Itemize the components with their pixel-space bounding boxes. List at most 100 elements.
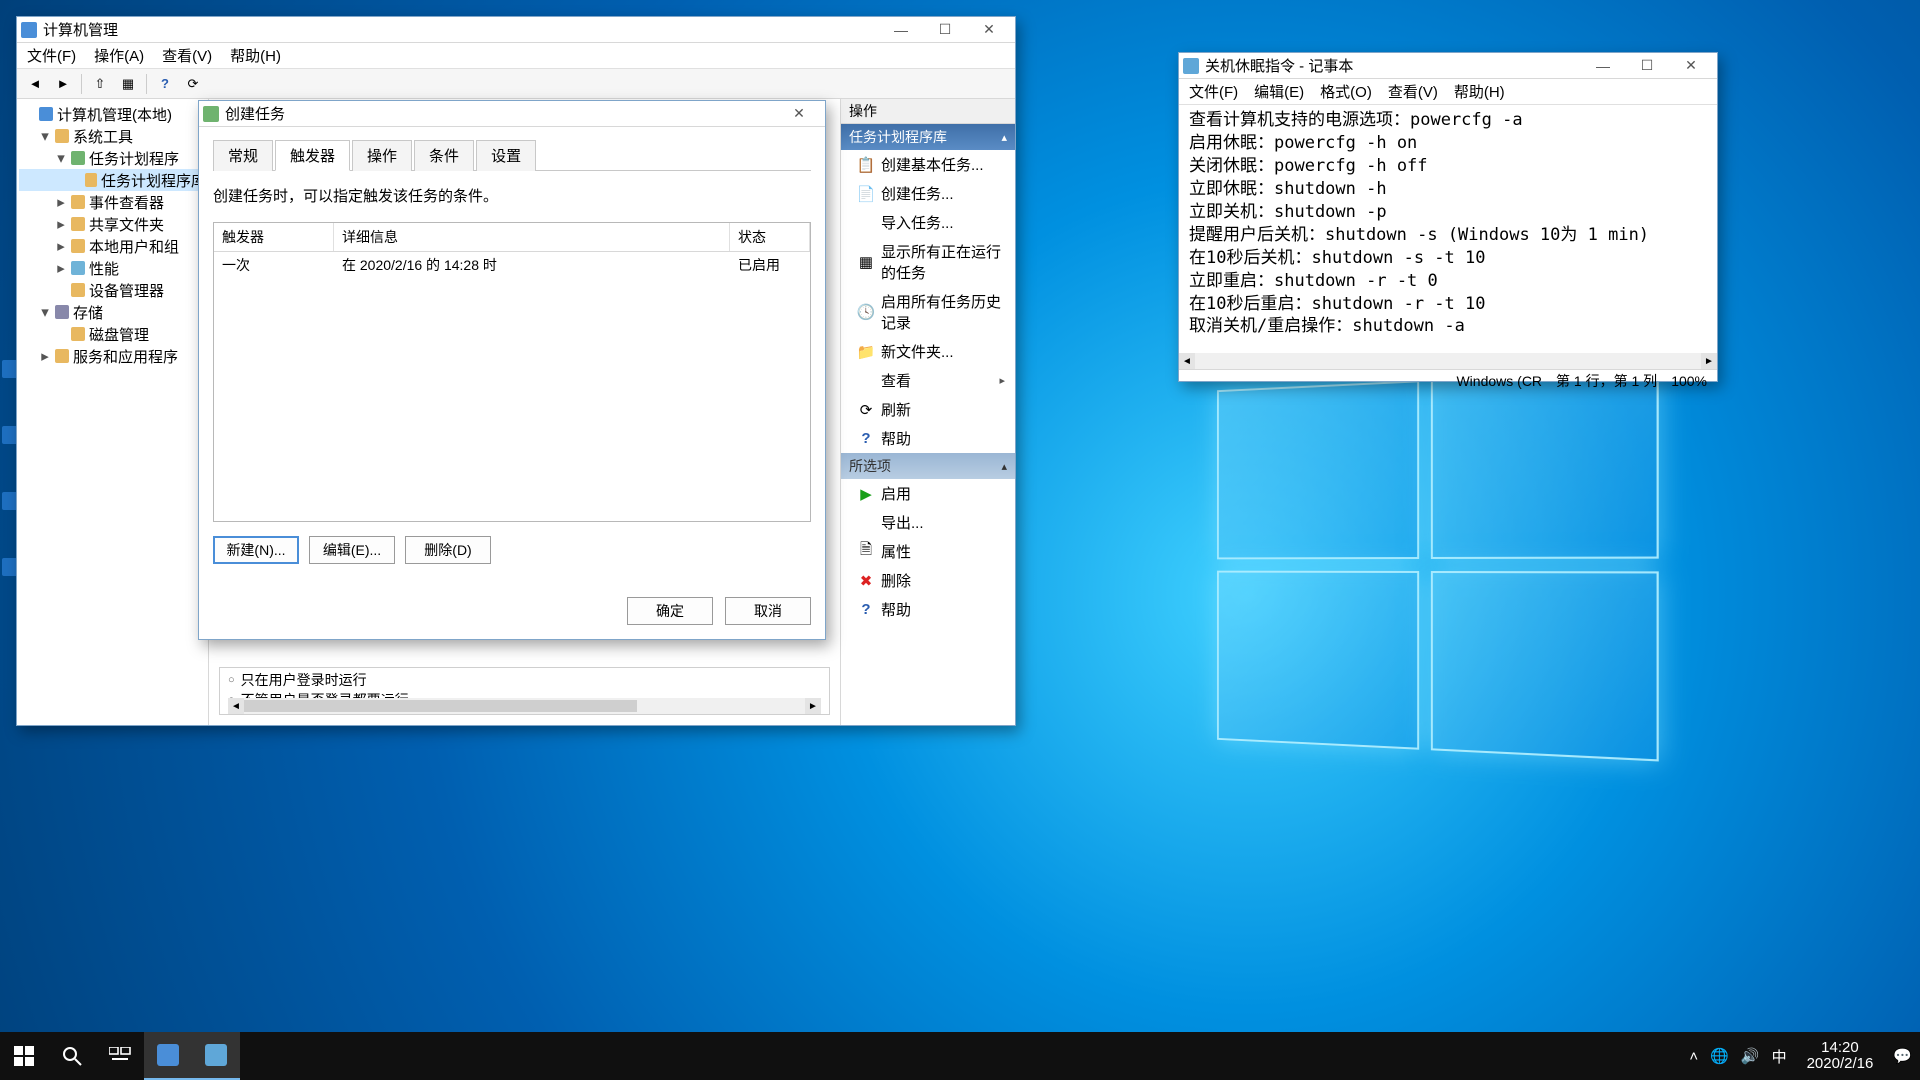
main-title: 计算机管理 (43, 19, 118, 40)
menu-file[interactable]: 文件(F) (27, 45, 76, 66)
start-button[interactable] (0, 1032, 48, 1080)
action-show-running[interactable]: ▦显示所有正在运行的任务 (841, 237, 1015, 287)
tab-general[interactable]: 常规 (213, 140, 273, 171)
action-refresh[interactable]: ⟳刷新 (841, 395, 1015, 424)
col-detail[interactable]: 详细信息 (334, 223, 730, 251)
action-properties[interactable]: 🗎属性 (841, 537, 1015, 566)
nav-tree[interactable]: 计算机管理(本地) ▾系统工具 ▾任务计划程序 任务计划程序库 ▸事件查看器 ▸… (17, 99, 209, 725)
tree-device-manager[interactable]: 设备管理器 (19, 279, 206, 301)
actions-pane: 操作 任务计划程序库▴ 📋创建基本任务... 📄创建任务... 导入任务... … (840, 99, 1015, 725)
menu-help[interactable]: 帮助(H) (230, 45, 281, 66)
tree-system-tools[interactable]: ▾系统工具 (19, 125, 206, 147)
np-line: 关闭休眠：powercfg -h off (1189, 155, 1707, 178)
tree-event-viewer[interactable]: ▸事件查看器 (19, 191, 206, 213)
np-menu-file[interactable]: 文件(F) (1189, 81, 1238, 102)
tree-root[interactable]: 计算机管理(本地) (19, 103, 206, 125)
tab-conditions[interactable]: 条件 (414, 140, 474, 171)
new-trigger-button[interactable]: 新建(N)... (213, 536, 299, 564)
forward-button[interactable]: ► (51, 72, 75, 96)
triggers-list[interactable]: 触发器 详细信息 状态 一次 在 2020/2/16 的 14:28 时 已启用 (213, 222, 811, 522)
np-menu-help[interactable]: 帮助(H) (1454, 81, 1505, 102)
col-trigger[interactable]: 触发器 (214, 223, 334, 251)
np-scroll-left-icon[interactable]: ◄ (1179, 353, 1195, 369)
edit-trigger-button[interactable]: 编辑(E)... (309, 536, 395, 564)
tree-shared-folders[interactable]: ▸共享文件夹 (19, 213, 206, 235)
app-icon (21, 22, 37, 38)
actions-group2-header[interactable]: 所选项▴ (841, 453, 1015, 479)
tree-performance[interactable]: ▸性能 (19, 257, 206, 279)
action-new-folder[interactable]: 📁新文件夹... (841, 337, 1015, 366)
delete-trigger-button[interactable]: 删除(D) (405, 536, 491, 564)
action-import-task[interactable]: 导入任务... (841, 208, 1015, 237)
tree-task-scheduler-library[interactable]: 任务计划程序库 (19, 169, 206, 191)
back-button[interactable]: ◄ (23, 72, 47, 96)
notepad-text-area[interactable]: 查看计算机支持的电源选项：powercfg -a 启用休眠：powercfg -… (1179, 105, 1717, 353)
action-create-task[interactable]: 📄创建任务... (841, 179, 1015, 208)
menu-action[interactable]: 操作(A) (94, 45, 144, 66)
action-export[interactable]: 导出... (841, 508, 1015, 537)
list-header: 触发器 详细信息 状态 (214, 223, 810, 252)
action-help-2[interactable]: ?帮助 (841, 595, 1015, 624)
np-menu-view[interactable]: 查看(V) (1388, 81, 1438, 102)
mmc-icon (157, 1044, 179, 1066)
tray-ime-icon[interactable]: 中 (1772, 1046, 1787, 1067)
taskbar-app-mmc[interactable] (144, 1032, 192, 1080)
list-row[interactable]: 一次 在 2020/2/16 的 14:28 时 已启用 (214, 252, 810, 278)
notepad-titlebar[interactable]: 关机休眠指令 - 记事本 — ☐ ✕ (1179, 53, 1717, 79)
tree-task-scheduler[interactable]: ▾任务计划程序 (19, 147, 206, 169)
tray-clock[interactable]: 14:20 2020/2/16 (1799, 1040, 1882, 1073)
task-view-button[interactable] (96, 1032, 144, 1080)
tab-settings[interactable]: 设置 (476, 140, 536, 171)
np-scroll-right-icon[interactable]: ► (1701, 353, 1717, 369)
tree-storage[interactable]: ▾存储 (19, 301, 206, 323)
taskbar-app-notepad[interactable] (192, 1032, 240, 1080)
close-button[interactable]: ✕ (967, 18, 1011, 42)
np-line: 立即休眠：shutdown -h (1189, 178, 1707, 201)
np-menu-edit[interactable]: 编辑(E) (1254, 81, 1304, 102)
notepad-menubar: 文件(F) 编辑(E) 格式(O) 查看(V) 帮助(H) (1179, 79, 1717, 105)
col-status[interactable]: 状态 (730, 223, 810, 251)
np-minimize-button[interactable]: — (1581, 54, 1625, 78)
tray-notifications-icon[interactable]: 💬 (1893, 1047, 1912, 1065)
tab-triggers[interactable]: 触发器 (275, 140, 350, 171)
menu-view[interactable]: 查看(V) (162, 45, 212, 66)
dialog-titlebar[interactable]: 创建任务 ✕ (199, 101, 825, 127)
tray-network-icon[interactable]: 🌐 (1710, 1047, 1729, 1065)
maximize-button[interactable]: ☐ (923, 18, 967, 42)
search-button[interactable] (48, 1032, 96, 1080)
help-button[interactable]: ? (153, 72, 177, 96)
up-button[interactable]: ⇧ (88, 72, 112, 96)
main-titlebar[interactable]: 计算机管理 — ☐ ✕ (17, 17, 1015, 43)
minimize-button[interactable]: — (879, 18, 923, 42)
radio-option-1[interactable]: 只在用户登录时运行 (241, 670, 367, 690)
action-view[interactable]: 查看▸ (841, 366, 1015, 395)
scroll-right-icon[interactable]: ► (805, 698, 821, 714)
np-maximize-button[interactable]: ☐ (1625, 54, 1669, 78)
np-close-button[interactable]: ✕ (1669, 54, 1713, 78)
tree-local-users[interactable]: ▸本地用户和组 (19, 235, 206, 257)
scroll-thumb[interactable] (244, 700, 637, 712)
action-enable-history[interactable]: 🕓启用所有任务历史记录 (841, 287, 1015, 337)
h-scrollbar[interactable]: ◄ ► (228, 698, 821, 714)
cancel-button[interactable]: 取消 (725, 597, 811, 625)
action-create-basic-task[interactable]: 📋创建基本任务... (841, 150, 1015, 179)
tray-volume-icon[interactable]: 🔊 (1741, 1047, 1760, 1065)
refresh-button[interactable]: ⟳ (181, 72, 205, 96)
tab-actions[interactable]: 操作 (352, 140, 412, 171)
chevron-right-icon: ▸ (999, 374, 1005, 387)
main-menubar: 文件(F) 操作(A) 查看(V) 帮助(H) (17, 43, 1015, 69)
action-enable[interactable]: ▶启用 (841, 479, 1015, 508)
np-h-scrollbar[interactable]: ◄ ► (1179, 353, 1717, 369)
np-menu-format[interactable]: 格式(O) (1320, 81, 1372, 102)
action-help[interactable]: ?帮助 (841, 424, 1015, 453)
props-button[interactable]: ▦ (116, 72, 140, 96)
tree-services-apps[interactable]: ▸服务和应用程序 (19, 345, 206, 367)
tree-disk-management[interactable]: 磁盘管理 (19, 323, 206, 345)
np-line: 启用休眠：powercfg -h on (1189, 132, 1707, 155)
action-delete[interactable]: ✖删除 (841, 566, 1015, 595)
tray-chevron-up-icon[interactable]: ˄ (1689, 1048, 1698, 1065)
scroll-left-icon[interactable]: ◄ (228, 698, 244, 714)
ok-button[interactable]: 确定 (627, 597, 713, 625)
dialog-close-button[interactable]: ✕ (777, 102, 821, 126)
actions-group1-header[interactable]: 任务计划程序库▴ (841, 124, 1015, 150)
